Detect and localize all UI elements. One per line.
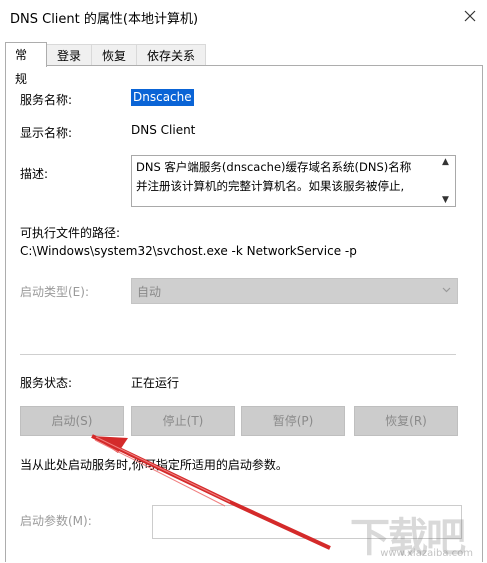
scroll-up-icon[interactable]: ▲ bbox=[442, 157, 449, 167]
exe-path-value: C:\Windows\system32\svchost.exe -k Netwo… bbox=[20, 244, 357, 258]
service-status-label: 服务状态: bbox=[20, 376, 73, 390]
service-name-label: 服务名称: bbox=[20, 93, 73, 107]
startup-type-value: 自动 bbox=[137, 285, 162, 299]
exe-path-label: 可执行文件的路径: bbox=[20, 226, 121, 240]
description-label: 描述: bbox=[20, 167, 49, 181]
general-panel bbox=[5, 65, 483, 562]
separator bbox=[20, 354, 456, 355]
start-params-hint: 当从此处启动服务时,你可指定所适用的启动参数。 bbox=[20, 458, 288, 472]
tab-logon[interactable]: 登录 bbox=[46, 44, 93, 67]
display-name-label: 显示名称: bbox=[20, 126, 73, 140]
stop-button[interactable]: 停止(T) bbox=[131, 406, 235, 436]
startup-type-label: 启动类型(E): bbox=[20, 285, 89, 299]
tab-general[interactable]: 常规 bbox=[5, 42, 47, 86]
service-status-value: 正在运行 bbox=[131, 376, 180, 390]
display-name-value: DNS Client bbox=[131, 123, 196, 137]
close-icon[interactable] bbox=[453, 0, 487, 32]
description-box[interactable]: DNS 客户端服务(dnscache)缓存域名系统(DNS)名称 并注册该计算机… bbox=[131, 155, 456, 207]
pause-button[interactable]: 暂停(P) bbox=[241, 406, 345, 436]
description-text: DNS 客户端服务(dnscache)缓存域名系统(DNS)名称 并注册该计算机… bbox=[136, 160, 412, 193]
chevron-down-icon bbox=[442, 287, 451, 293]
start-params-label: 启动参数(M): bbox=[20, 514, 92, 528]
start-button[interactable]: 启动(S) bbox=[20, 406, 124, 436]
properties-dialog: DNS Client 的属性(本地计算机) 常规 登录 恢复 依存关系 服务名称… bbox=[0, 0, 487, 562]
window-title: DNS Client 的属性(本地计算机) bbox=[10, 12, 199, 27]
description-scrollbar[interactable]: ▲ ▼ bbox=[438, 156, 455, 206]
scroll-down-icon[interactable]: ▼ bbox=[442, 195, 449, 205]
title-bar: DNS Client 的属性(本地计算机) bbox=[0, 0, 487, 32]
tab-strip: 常规 登录 恢复 依存关系 bbox=[5, 42, 207, 86]
startup-type-select[interactable]: 自动 bbox=[131, 278, 458, 304]
resume-button[interactable]: 恢复(R) bbox=[354, 406, 458, 436]
watermark-url: www.xiazaiba.com bbox=[380, 548, 473, 559]
service-name-value[interactable]: Dnscache bbox=[131, 89, 194, 106]
tab-recovery[interactable]: 恢复 bbox=[91, 44, 138, 67]
watermark: 下载吧 www.xiazaiba.com bbox=[350, 505, 485, 561]
tab-dependencies[interactable]: 依存关系 bbox=[136, 44, 207, 67]
